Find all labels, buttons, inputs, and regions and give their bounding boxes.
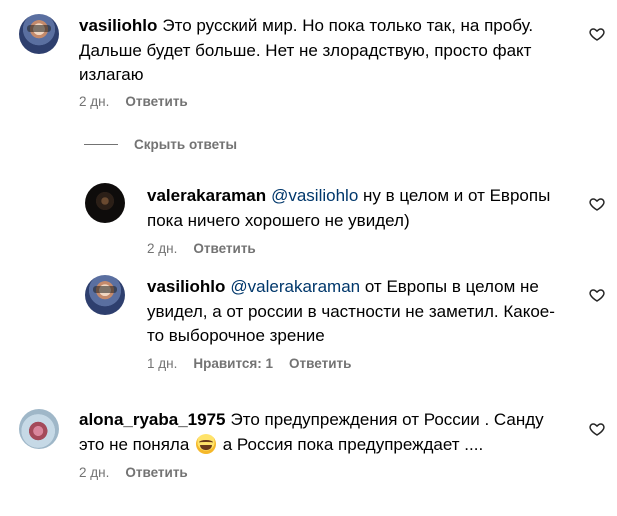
mention-link[interactable]: @valerakaraman [230, 277, 360, 296]
avatar[interactable] [19, 409, 59, 449]
username-link[interactable]: vasiliohlo [79, 16, 157, 35]
comment-text: vasiliohlo Это русский мир. Но пока тольк… [79, 16, 534, 84]
comment-text: valerakaraman @vasiliohlo ну в целом и от… [147, 186, 551, 230]
comment-time[interactable]: 2 дн. [79, 465, 109, 480]
avatar[interactable] [19, 14, 59, 54]
reply-button[interactable]: Ответить [289, 356, 351, 371]
joy-emoji-icon [196, 433, 217, 454]
comment-time[interactable]: 2 дн. [79, 94, 109, 109]
reply-button[interactable]: Ответить [125, 94, 187, 109]
heart-icon[interactable] [589, 196, 605, 212]
hide-replies-label: Скрыть ответы [134, 137, 238, 152]
username-link[interactable]: vasiliohlo [147, 277, 225, 296]
comment-time[interactable]: 1 дн. [147, 356, 177, 371]
avatar[interactable] [85, 183, 125, 223]
hide-replies-button[interactable]: Скрыть ответы [84, 137, 237, 152]
comment-time[interactable]: 2 дн. [147, 241, 177, 256]
heart-icon[interactable] [589, 287, 605, 303]
heart-icon[interactable] [589, 26, 605, 42]
mention-link[interactable]: @vasiliohlo [271, 186, 358, 205]
reply-button[interactable]: Ответить [193, 241, 255, 256]
comment-meta: 2 дн. Ответить [79, 465, 188, 480]
comment-meta: 2 дн. Ответить [79, 94, 188, 109]
heart-icon[interactable] [589, 421, 605, 437]
reply-button[interactable]: Ответить [125, 465, 187, 480]
comment-text: vasiliohlo @valerakaraman от Европы в цел… [147, 277, 555, 345]
likes-count[interactable]: Нравится: 1 [193, 356, 273, 371]
divider-line [84, 144, 118, 145]
username-link[interactable]: alona_ryaba_1975 [79, 410, 226, 429]
comment-meta: 2 дн. Ответить [147, 241, 256, 256]
comment-meta: 1 дн. Нравится: 1 Ответить [147, 356, 351, 371]
username-link[interactable]: valerakaraman [147, 186, 266, 205]
comment-text: alona_ryaba_1975 Это предупреждения от Ро… [79, 410, 544, 454]
avatar[interactable] [85, 275, 125, 315]
